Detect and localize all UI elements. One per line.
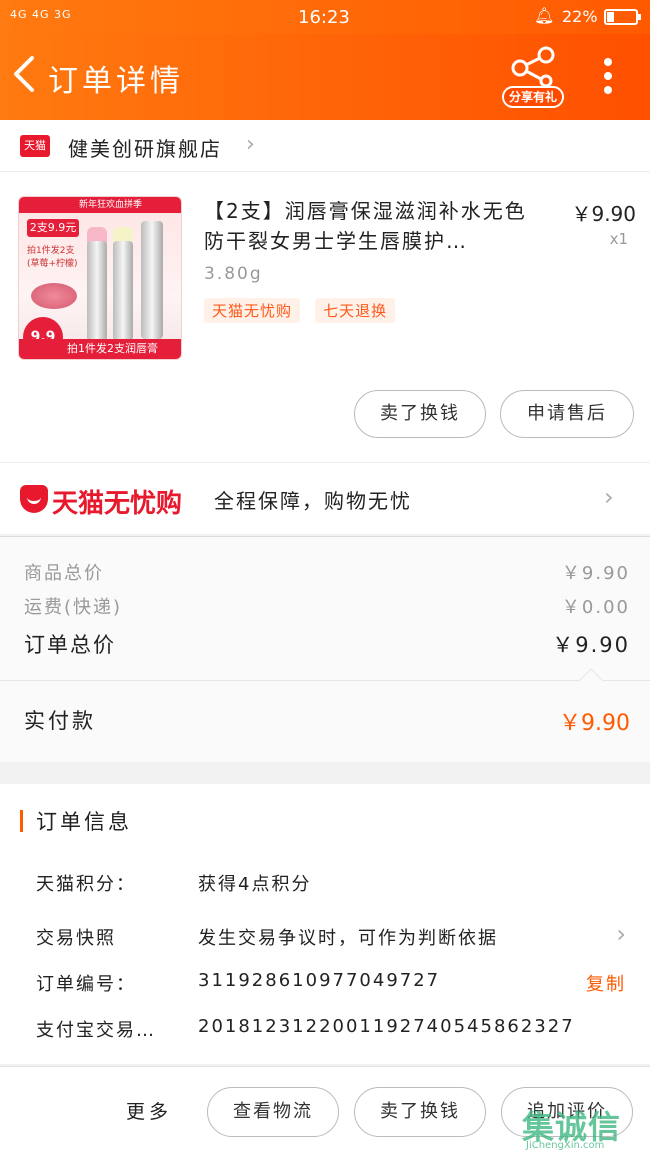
actual-payment-row: 实付款 ￥9.90 (0, 668, 650, 762)
alipay-trade-row: 支付宝交易… 2018123122001192740545862327 (36, 1016, 575, 1041)
store-name: 健美创研旗舰店 (68, 137, 222, 161)
chevron-left-icon (14, 56, 34, 92)
order-info-title: 订单信息 (36, 810, 132, 834)
product-title[interactable]: 【2支】润唇膏保湿滋润补水无色防干裂女男士学生唇膜护… (204, 196, 544, 256)
back-button[interactable] (8, 52, 44, 98)
copy-button[interactable]: 复制 (586, 970, 626, 996)
bell-mute-icon: 🔔︎ (534, 6, 555, 25)
shipping-row: 运费(快递) ￥0.00 (24, 597, 630, 618)
more-menu-button[interactable] (598, 58, 618, 98)
sell-button[interactable]: 卖了换钱 (354, 390, 486, 438)
product-quantity: x1 (609, 230, 628, 248)
view-logistics-button[interactable]: 查看物流 (207, 1087, 339, 1137)
points-row: 天猫积分： 获得4点积分 (36, 874, 312, 895)
thumb-bottom-banner: 拍1件发2支润唇膏 (19, 339, 181, 359)
lipstick-image (113, 241, 133, 341)
product-price: ￥9.90 (571, 202, 636, 226)
guarantee-row[interactable]: 天猫无忧购 全程保障，购物无忧 › (0, 462, 650, 534)
tag-seven-day-return: 七天退换 (315, 298, 396, 323)
more-dots-icon (604, 58, 612, 66)
chevron-right-icon: › (616, 920, 628, 948)
shield-icon (20, 485, 48, 513)
more-button[interactable]: 更多 (126, 1097, 172, 1124)
logo-text: 天猫无忧购 (52, 489, 183, 519)
section-accent-bar (20, 810, 23, 832)
sell-button-footer[interactable]: 卖了换钱 (354, 1087, 486, 1137)
store-row[interactable]: 天猫 健美创研旗舰店 › (0, 120, 650, 172)
product-spec: 3.80g (204, 264, 263, 284)
share-icon (511, 46, 555, 88)
share-button[interactable]: 分享有礼 (500, 46, 566, 108)
thumb-sub: 拍1件发2支 (草莓+柠檬) (27, 246, 78, 269)
chevron-right-icon: › (246, 132, 255, 157)
clock: 16:23 (298, 7, 350, 28)
signal-indicator: 4G 4G 3G (10, 8, 72, 21)
battery-percent: 22% (562, 7, 598, 26)
order-info-section: 订单信息 天猫积分： 获得4点积分 交易快照 发生交易争议时，可作为判断依据 ›… (0, 784, 650, 1064)
order-number-row: 订单编号： 311928610977049727 复制 (36, 970, 626, 996)
watermark-logo: 集诚信 JiChengXin.com (522, 1108, 622, 1151)
product-thumbnail[interactable]: 新年狂欢血拼季 2支9.9元 拍1件发2支 (草莓+柠檬) 9.9 拍1件发2支润… (18, 196, 182, 360)
product-card: 新年狂欢血拼季 2支9.9元 拍1件发2支 (草莓+柠檬) 9.9 拍1件发2支润… (0, 172, 650, 462)
actual-payment-label: 实付款 (24, 709, 96, 733)
battery-icon (604, 9, 641, 25)
lipstick-image (87, 241, 107, 341)
status-bar: 4G 4G 3G 16:23 🔔︎ 22% (0, 0, 650, 34)
share-label: 分享有礼 (502, 86, 564, 108)
price-summary: 商品总价 ￥9.90 运费(快递) ￥0.00 订单总价 ￥9.90 (0, 536, 650, 680)
lipstick-cap-image (141, 221, 163, 339)
tmall-icon: 天猫 (20, 135, 50, 157)
after-sale-button[interactable]: 申请售后 (500, 390, 634, 438)
lips-image (31, 283, 77, 309)
order-total-row: 订单总价 ￥9.90 (24, 633, 630, 657)
chevron-right-icon: › (604, 483, 614, 511)
page-title: 订单详情 (48, 64, 184, 99)
guarantee-description: 全程保障，购物无忧 (214, 489, 412, 513)
actual-payment-value: ￥9.90 (559, 711, 630, 736)
thumb-tag: 2支9.9元 (27, 219, 79, 237)
snapshot-row[interactable]: 交易快照 发生交易争议时，可作为判断依据 › (36, 920, 630, 954)
tag-worry-free: 天猫无忧购 (204, 298, 301, 323)
subtotal-row: 商品总价 ￥9.90 (24, 563, 630, 584)
nav-bar: 订单详情 分享有礼 (0, 34, 650, 120)
thumb-banner: 新年狂欢血拼季 (19, 197, 181, 213)
product-tags: 天猫无忧购 七天退换 (204, 298, 405, 323)
